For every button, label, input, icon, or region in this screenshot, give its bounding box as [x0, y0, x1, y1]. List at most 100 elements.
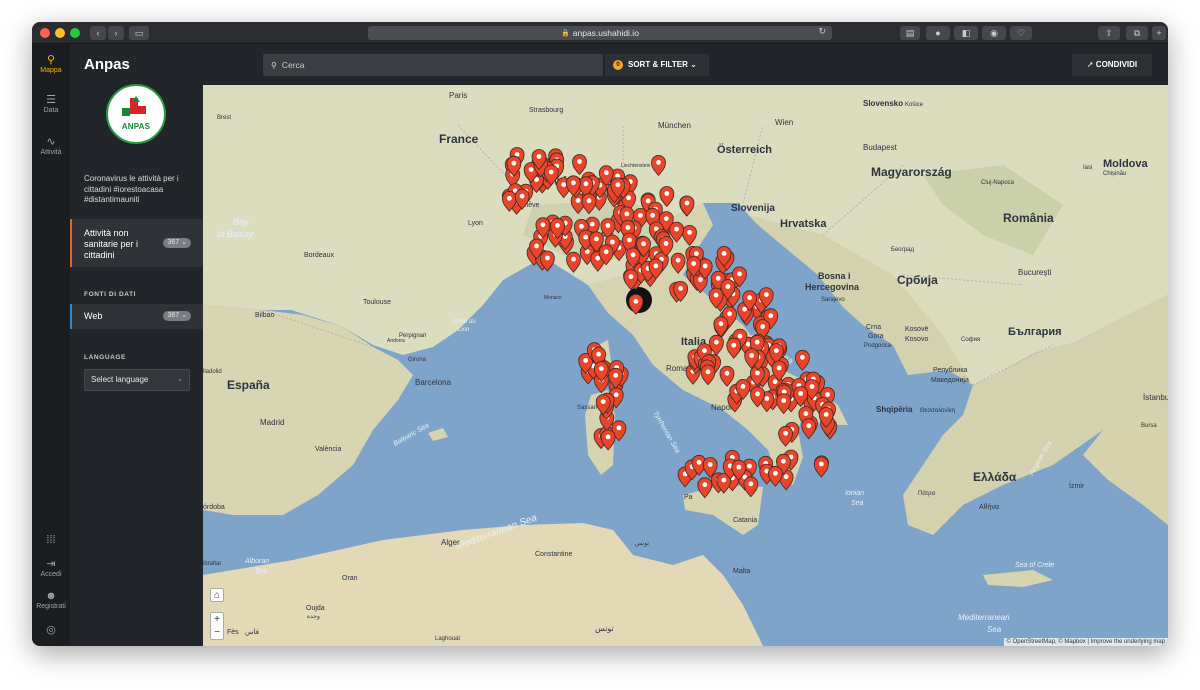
url-text: anpas.ushahidi.io [572, 28, 639, 38]
deployment-title: Anpas [84, 56, 130, 73]
chevron-left-icon: ‹ [96, 28, 100, 38]
close-window-button[interactable] [40, 28, 50, 38]
register-icon: ☻ [45, 590, 57, 602]
map-label-alger: Alger [441, 538, 460, 547]
map-label-alboran: Alboran [244, 558, 269, 565]
minimize-window-button[interactable] [55, 28, 65, 38]
map-label-bordeaux: Bordeaux [304, 252, 334, 259]
extension-button-3[interactable]: ◉ [982, 26, 1006, 40]
map-canvas[interactable]: Paris Strasbourg München Wien Slovensko … [203, 85, 1168, 646]
extension-button-2[interactable]: ◧ [954, 26, 978, 40]
extension-button-1[interactable]: ● [926, 26, 950, 40]
map-label-espana: España [227, 378, 270, 392]
forward-button[interactable]: › [108, 26, 124, 40]
mode-rail: ⚲ Mappa ☰ Data ∿ Attività ⁞⁞⁞ ⇥ Accedi ☻… [32, 44, 70, 646]
tabs-icon: ⧉ [1133, 27, 1141, 38]
share-button[interactable]: ⇪ [1098, 26, 1120, 40]
rail-item-data[interactable]: ☰ Data [32, 94, 70, 114]
source-filter-item-web[interactable]: Web 367 ⌄ [70, 304, 203, 329]
map-label-republika: Република [933, 366, 968, 374]
maximize-window-button[interactable] [70, 28, 80, 38]
map-label-brest: Brest [217, 115, 231, 121]
map-label-wien: Wien [775, 118, 793, 127]
pocket-icon: ♡ [1016, 27, 1026, 38]
rail-item-label: Attività [40, 149, 62, 156]
share-arrow-icon: ➚ [1086, 60, 1094, 69]
map-label-patra: Πάτρα [918, 490, 936, 497]
extension-icon: ● [935, 28, 941, 38]
map-label-valencia: València [315, 446, 341, 453]
rail-item-activity[interactable]: ∿ Attività [32, 136, 70, 156]
rail-item-register[interactable]: ☻ Registrati [32, 590, 70, 610]
pocket-button[interactable]: ♡ [1010, 26, 1032, 40]
map-label-bucuresti: București [1018, 268, 1052, 277]
address-bar[interactable]: 🔒 anpas.ushahidi.io ↻ [368, 26, 832, 40]
map-label-beograd: Београд [891, 247, 914, 253]
map-label-fes-ar: فاس [245, 628, 259, 636]
map-label-thessaloniki: Θεσσαλονίκη [920, 408, 955, 414]
map-label-liechtenstein: Liechtenstein [621, 163, 651, 169]
zoom-out-button[interactable]: − [211, 626, 223, 639]
reload-icon[interactable]: ↻ [818, 26, 826, 37]
share-map-button[interactable]: ➚ CONDIVIDI [1072, 54, 1152, 76]
language-select-value: Select language [91, 375, 149, 384]
map-label-crna: Crna [866, 324, 881, 331]
new-tab-button[interactable]: + [1152, 26, 1166, 40]
survey-filter-label: Attività non sanitarie per i cittadini [84, 228, 139, 260]
map-label-valladolid: lladolid [203, 369, 222, 375]
sidebar-toggle-button[interactable]: ▭ [129, 26, 149, 40]
tabs-button[interactable]: ⧉ [1126, 26, 1148, 40]
map-label-monaco: Monaco [544, 295, 562, 301]
rail-item-label: Registrati [36, 603, 66, 610]
sort-filter-button[interactable]: 0 SORT & FILTER ⌄ [605, 54, 709, 76]
map-label-med-sea-east-2: Sea [987, 625, 1002, 634]
home-button[interactable]: ⌂ [210, 588, 224, 602]
map-label-cordoba: órdoba [203, 504, 225, 511]
activity-icon: ∿ [46, 136, 56, 148]
map-view[interactable]: Paris Strasbourg München Wien Slovensko … [203, 85, 1168, 646]
report-marker[interactable] [768, 465, 783, 487]
chevron-down-icon: ⌄ [181, 239, 187, 246]
map-label-oujda: Oujda [306, 605, 325, 612]
zoom-in-button[interactable]: + [211, 613, 223, 626]
map-attribution[interactable]: © OpenStreetMap, © Mapbox | Improve the … [1003, 638, 1168, 646]
language-select[interactable]: Select language ⌄ [84, 369, 190, 391]
browser-titlebar: ‹ › ▭ 🔒 anpas.ushahidi.io ↻ ▤ ● ◧ ◉ ♡ ⇪ … [32, 22, 1168, 44]
anpas-logo-mark-icon [122, 96, 146, 116]
map-label-chisinau: Chișinău [1103, 171, 1126, 177]
rail-item-ushahidi[interactable]: ◎ [32, 624, 70, 637]
map-label-cluj: Cluj-Napoca [981, 180, 1015, 186]
map-label-malta: Malta [733, 568, 750, 575]
chevron-down-icon: ⌄ [690, 60, 697, 69]
grid-icon: ⁞⁞⁞ [46, 534, 56, 546]
deployment-description: Coronavirus le attività per i cittadini … [84, 174, 179, 204]
rail-item-label: Accedi [40, 571, 62, 578]
survey-filter-item[interactable]: Attività non sanitarie per i cittadini 3… [70, 219, 203, 267]
report-marker[interactable] [801, 418, 817, 440]
map-pin-icon: ⚲ [46, 54, 56, 66]
report-marker[interactable] [813, 456, 829, 478]
map-label-makedonija: Македонија [931, 377, 969, 384]
map-label-srbija: Србија [897, 273, 938, 287]
map-label-constantine: Constantine [535, 551, 572, 558]
rail-item-map[interactable]: ⚲ Mappa [32, 54, 70, 74]
report-marker[interactable] [795, 349, 810, 371]
map-label-romania: România [1003, 211, 1054, 225]
search-input[interactable]: ⚲ Cerca [263, 54, 603, 76]
map-label-tunis-2: تونس [595, 624, 614, 633]
source-filter-label: Web [84, 311, 103, 321]
map-label-munchen: München [658, 121, 691, 130]
reader-button[interactable]: ▤ [900, 26, 920, 40]
map-label-kosove: Kosovë [905, 326, 928, 333]
map-label-oujda-ar: وجدة [307, 614, 320, 620]
map-label-madrid: Madrid [260, 418, 284, 427]
rail-item-login[interactable]: ⇥ Accedi [32, 558, 70, 578]
map-label-slovensko: Slovensko [863, 99, 903, 108]
rail-item-apps[interactable]: ⁞⁞⁞ [32, 534, 70, 547]
ushahidi-logo-icon: ◎ [46, 624, 56, 636]
survey-count-badge[interactable]: 367 ⌄ [163, 238, 191, 248]
map-label-gora: Gora [868, 333, 884, 340]
map-label-france: France [439, 132, 479, 146]
back-button[interactable]: ‹ [90, 26, 106, 40]
source-count-badge[interactable]: 367 ⌄ [163, 311, 191, 321]
